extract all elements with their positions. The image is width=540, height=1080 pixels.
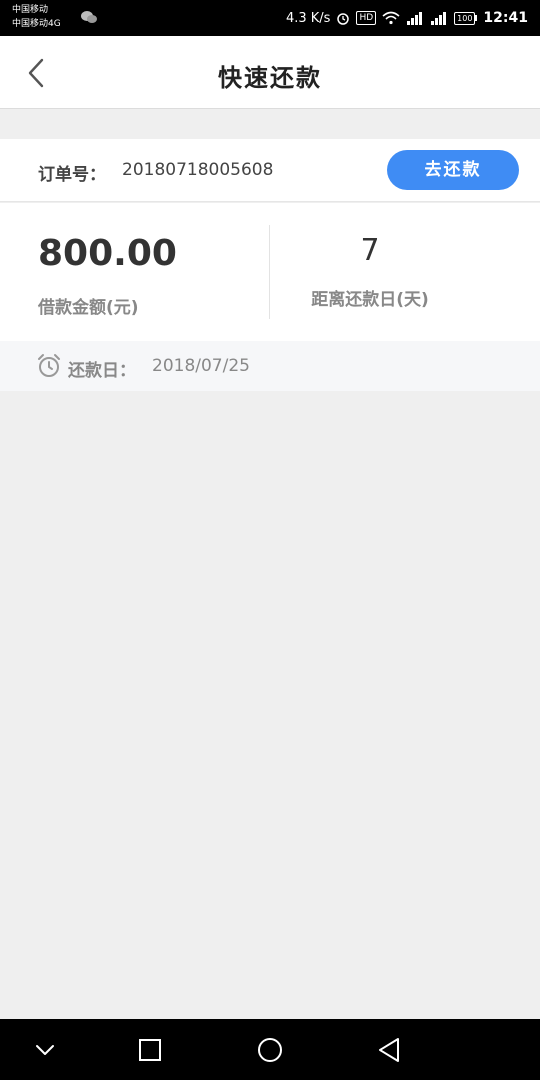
- due-date-row: 还款日： 2018/07/25: [0, 341, 540, 391]
- status-bar: 中国移动 中国移动4G 4.3 K/s HD 100 12:41: [0, 0, 540, 36]
- order-label: 订单号：: [38, 165, 106, 185]
- status-time: 12:41: [483, 10, 528, 26]
- nav-back-triangle-icon[interactable]: [376, 1036, 404, 1064]
- header: 快速还款: [0, 36, 540, 109]
- repay-button[interactable]: 去还款: [387, 150, 519, 190]
- days-remaining-value: 7: [360, 233, 380, 268]
- nav-circle-icon[interactable]: [256, 1036, 284, 1064]
- loan-amount-value: 800.00: [38, 233, 177, 274]
- signal-icon-2: [431, 12, 447, 25]
- system-nav-bar: [0, 1019, 540, 1080]
- wifi-icon: [382, 11, 400, 25]
- alarm-status-icon: [337, 13, 350, 25]
- carrier-2: 中国移动4G: [12, 19, 61, 29]
- status-right: 4.3 K/s HD 100 12:41: [286, 0, 528, 36]
- signal-icon: [407, 12, 423, 25]
- order-number: 20180718005608: [122, 160, 274, 180]
- days-remaining-label: 距离还款日(天): [311, 290, 429, 310]
- battery-icon: 100: [454, 11, 478, 25]
- nav-down-icon[interactable]: [31, 1036, 59, 1064]
- wechat-icon: [81, 11, 97, 23]
- due-date-label: 还款日：: [68, 361, 136, 381]
- battery-level: 100: [454, 11, 476, 25]
- alarm-clock-icon: [38, 354, 60, 377]
- page-title: 快速还款: [218, 64, 322, 92]
- order-row: 订单号： 20180718005608 去还款: [0, 139, 540, 202]
- carrier-info: 中国移动 中国移动4G: [12, 3, 61, 31]
- network-speed: 4.3 K/s: [285, 10, 331, 26]
- stats-card: 800.00 借款金额(元) 7 距离还款日(天): [0, 203, 540, 341]
- hd-badge: HD: [356, 11, 377, 25]
- loan-amount-label: 借款金额(元): [38, 298, 139, 318]
- due-date-value: 2018/07/25: [152, 356, 250, 376]
- carrier-1: 中国移动: [12, 5, 49, 15]
- nav-square-icon[interactable]: [136, 1036, 164, 1064]
